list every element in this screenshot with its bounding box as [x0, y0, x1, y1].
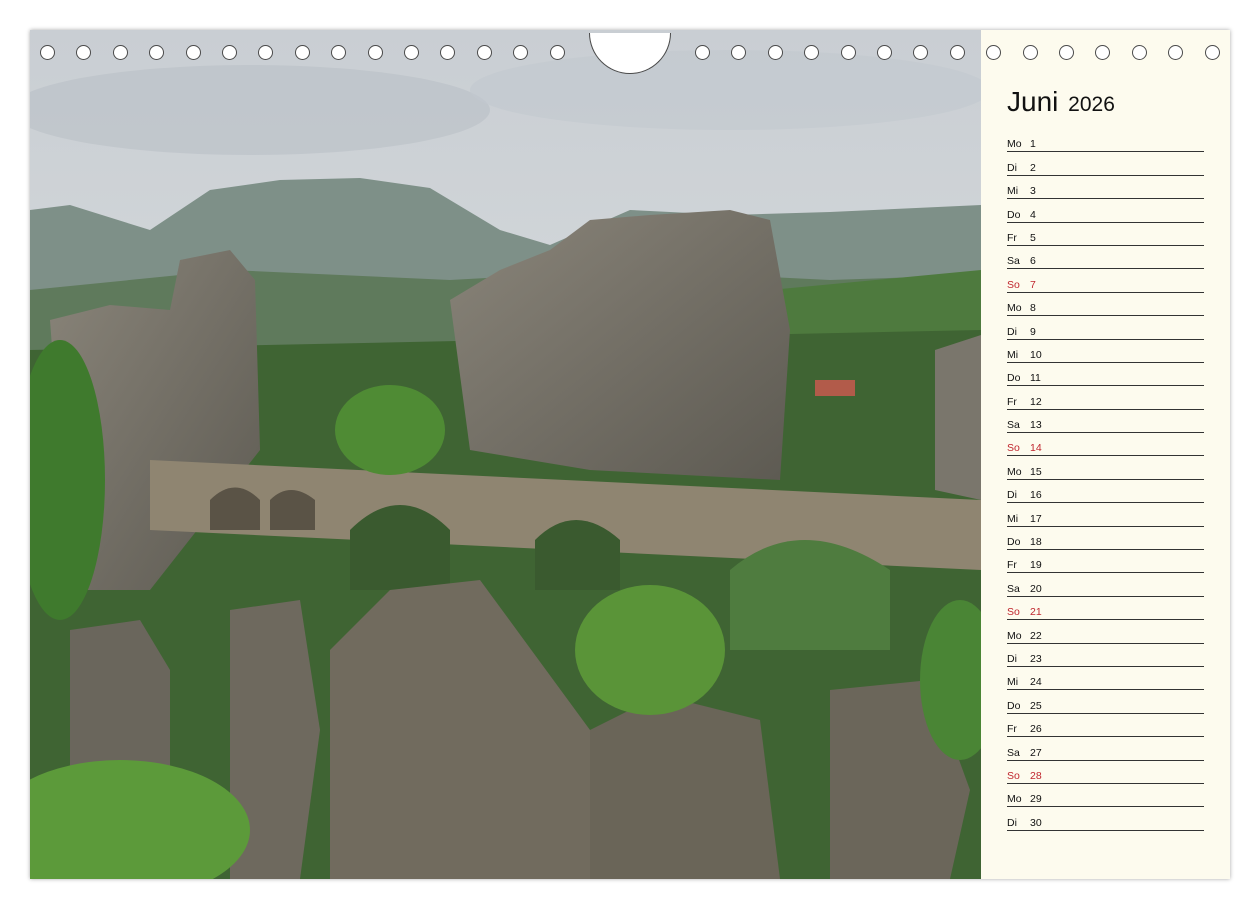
day-number: 15: [1030, 465, 1042, 478]
day-row: Do 25: [1007, 690, 1204, 714]
day-number: 20: [1030, 582, 1042, 595]
day-row: Do 11: [1007, 363, 1204, 387]
day-number: 11: [1030, 372, 1041, 385]
day-number: 7: [1030, 278, 1036, 291]
day-row: So 21: [1007, 597, 1204, 621]
weekday-label: Mi: [1007, 512, 1019, 525]
day-number: 29: [1030, 793, 1042, 806]
day-row: Sa 6: [1007, 246, 1204, 270]
day-row: Mo 15: [1007, 456, 1204, 480]
weekday-label: Fr: [1007, 723, 1017, 736]
day-number: 30: [1030, 816, 1042, 829]
day-number: 1: [1030, 138, 1036, 151]
day-number: 13: [1030, 419, 1042, 432]
weekday-label: Fr: [1007, 559, 1017, 572]
day-number: 25: [1030, 699, 1042, 712]
day-number: 24: [1030, 676, 1042, 689]
weekday-label: Do: [1007, 536, 1021, 549]
day-number: 23: [1030, 652, 1042, 665]
day-row: Fr 19: [1007, 550, 1204, 574]
day-row: Di 2: [1007, 152, 1204, 176]
weekday-label: So: [1007, 769, 1020, 782]
day-row: Do 18: [1007, 527, 1204, 551]
weekday-label: Fr: [1007, 231, 1017, 244]
weekday-label: So: [1007, 606, 1020, 619]
day-number: 2: [1030, 161, 1036, 174]
day-row: Fr 5: [1007, 223, 1204, 246]
day-number: 16: [1030, 489, 1042, 502]
weekday-label: Di: [1007, 652, 1017, 665]
weekday-label: Do: [1007, 208, 1021, 221]
day-number: 28: [1030, 769, 1042, 782]
day-row: Mi 24: [1007, 667, 1204, 691]
day-number: 8: [1030, 302, 1036, 315]
day-number: 4: [1030, 208, 1036, 221]
year-label: 2026: [1068, 93, 1115, 116]
day-row: Di 23: [1007, 644, 1204, 667]
day-number: 21: [1030, 606, 1042, 619]
day-row: Sa 20: [1007, 573, 1204, 597]
day-row: Sa 13: [1007, 410, 1204, 434]
weekday-label: Sa: [1007, 255, 1020, 268]
weekday-label: Do: [1007, 699, 1021, 712]
weekday-label: Mi: [1007, 348, 1019, 361]
day-number: 27: [1030, 746, 1042, 759]
weekday-label: Mo: [1007, 302, 1022, 315]
day-number: 3: [1030, 185, 1036, 198]
day-row: Di 9: [1007, 316, 1204, 340]
day-row: Di 30: [1007, 807, 1204, 831]
day-row: Fr 12: [1007, 386, 1204, 410]
day-row: Mi 10: [1007, 340, 1204, 363]
weekday-label: Mo: [1007, 629, 1022, 642]
day-number: 9: [1030, 325, 1036, 338]
weekday-label: Mo: [1007, 793, 1022, 806]
day-row: So 7: [1007, 269, 1204, 293]
calendar-page: Juni 2026 Mo 1 Di 2 Mi 3 Do 4 Fr 5 Sa 6 So 7 Mo 8 Di 9 Mi 1…: [30, 30, 1230, 879]
day-row: Di 16: [1007, 480, 1204, 504]
month-title: Juni 2026: [1007, 86, 1115, 118]
day-number: 26: [1030, 723, 1042, 736]
day-row: So 14: [1007, 433, 1204, 457]
landscape-photo: [30, 30, 981, 879]
day-row: Fr 26: [1007, 714, 1204, 738]
day-row: So 28: [1007, 761, 1204, 784]
day-number: 10: [1030, 348, 1042, 361]
weekday-label: Fr: [1007, 395, 1017, 408]
weekday-label: Mi: [1007, 185, 1019, 198]
weekday-label: Di: [1007, 816, 1017, 829]
weekday-label: Do: [1007, 372, 1021, 385]
day-row: Mo 1: [1007, 129, 1204, 153]
day-number: 14: [1030, 442, 1042, 455]
month-name: Juni: [1007, 86, 1059, 117]
weekday-label: Mo: [1007, 465, 1022, 478]
day-number: 18: [1030, 536, 1042, 549]
day-row: Mi 3: [1007, 176, 1204, 200]
day-row: Do 4: [1007, 199, 1204, 223]
weekday-label: Sa: [1007, 746, 1020, 759]
day-row: Mo 29: [1007, 784, 1204, 808]
calendar-panel: Juni 2026 Mo 1 Di 2 Mi 3 Do 4 Fr 5 Sa 6 So 7 Mo 8 Di 9 Mi 1…: [981, 30, 1230, 879]
day-number: 12: [1030, 395, 1042, 408]
weekday-label: So: [1007, 278, 1020, 291]
day-number: 17: [1030, 512, 1042, 525]
day-number: 6: [1030, 255, 1036, 268]
day-row: Mo 8: [1007, 293, 1204, 317]
day-number: 5: [1030, 231, 1036, 244]
day-number: 19: [1030, 559, 1042, 572]
weekday-label: Di: [1007, 489, 1017, 502]
weekday-label: Mi: [1007, 676, 1019, 689]
day-row: Sa 27: [1007, 737, 1204, 761]
day-list: Mo 1 Di 2 Mi 3 Do 4 Fr 5 Sa 6 So 7 Mo 8 Di 9 Mi 10 Do 11 Fr 12 S…: [1007, 129, 1204, 831]
weekday-label: Di: [1007, 325, 1017, 338]
weekday-label: Di: [1007, 161, 1017, 174]
day-row: Mo 22: [1007, 620, 1204, 644]
day-row: Mi 17: [1007, 503, 1204, 527]
weekday-label: Sa: [1007, 582, 1020, 595]
weekday-label: Sa: [1007, 419, 1020, 432]
weekday-label: So: [1007, 442, 1020, 455]
weekday-label: Mo: [1007, 138, 1022, 151]
day-number: 22: [1030, 629, 1042, 642]
